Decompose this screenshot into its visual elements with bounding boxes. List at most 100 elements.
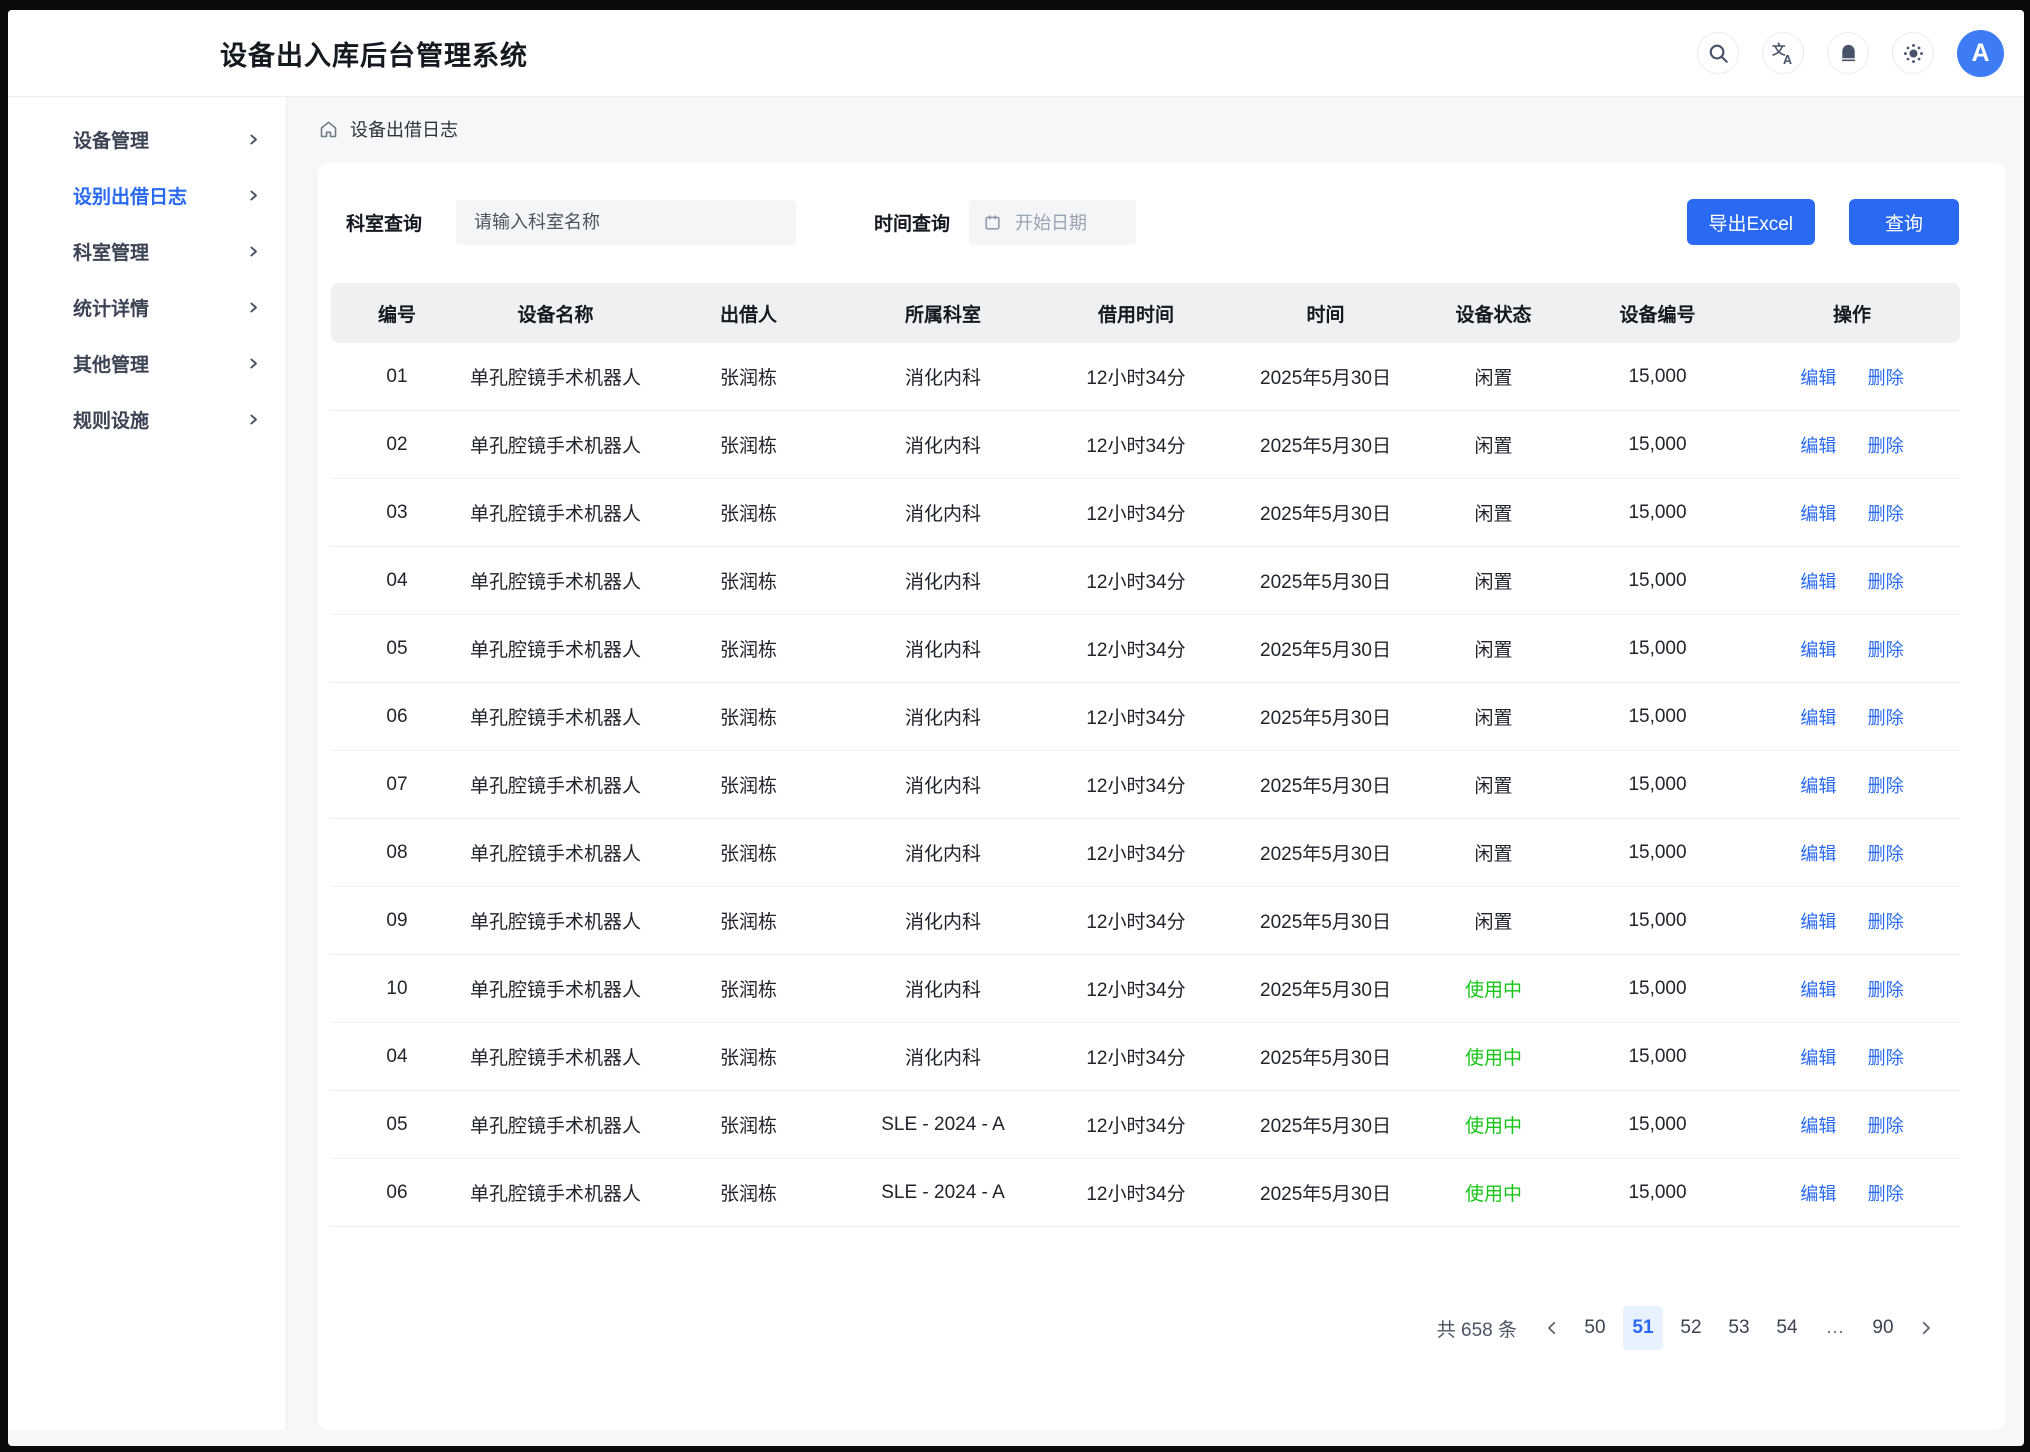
cell-department: 消化内科 — [849, 819, 1037, 887]
sidebar-item[interactable]: 科室管理 — [8, 223, 286, 279]
edit-link[interactable]: 编辑 — [1800, 776, 1836, 796]
page-number[interactable]: 53 — [1719, 1306, 1759, 1350]
cell-borrow-duration: 12小时34分 — [1037, 819, 1235, 887]
delete-link[interactable]: 删除 — [1868, 640, 1904, 660]
start-date-picker[interactable]: 开始日期 — [969, 200, 1136, 245]
table-row: 04 单孔腔镜手术机器人 张润栋 消化内科 12小时34分 2025年5月30日… — [331, 547, 1960, 615]
sidebar-item[interactable]: 设备管理 — [8, 111, 286, 167]
table-header-row: 编号设备名称出借人所属科室借用时间时间设备状态设备编号操作 — [331, 283, 1960, 343]
sidebar-item[interactable]: 设别出借日志 — [8, 167, 286, 223]
home-icon[interactable] — [318, 119, 339, 140]
cell-date: 2025年5月30日 — [1235, 819, 1416, 887]
cell-department: 消化内科 — [849, 479, 1037, 547]
sidebar-item[interactable]: 规则设施 — [8, 391, 286, 447]
cell-device-name: 单孔腔镜手术机器人 — [463, 955, 648, 1023]
translate-icon[interactable]: 文 A — [1762, 32, 1804, 74]
breadcrumb: 设备出借日志 — [318, 110, 2024, 148]
svg-text:A: A — [1782, 52, 1791, 65]
cell-department: SLE - 2024 - A — [849, 1159, 1037, 1227]
page-number[interactable]: 52 — [1671, 1306, 1711, 1350]
pagination-total: 共 658 条 — [1437, 1315, 1517, 1342]
cell-borrower: 张润栋 — [648, 343, 849, 411]
cell-device-no: 15,000 — [1571, 343, 1744, 411]
edit-link[interactable]: 编辑 — [1800, 1184, 1836, 1204]
column-header: 设备名称 — [463, 283, 648, 343]
main-content: 设备出借日志 科室查询 时间查询 开始日期 导出Excel — [287, 97, 2024, 1446]
dept-search-input[interactable] — [456, 200, 796, 245]
cell-date: 2025年5月30日 — [1235, 547, 1416, 615]
delete-link[interactable]: 删除 — [1868, 504, 1904, 524]
cell-borrow-duration: 12小时34分 — [1037, 1159, 1235, 1227]
edit-link[interactable]: 编辑 — [1800, 436, 1836, 456]
page-number[interactable]: 54 — [1767, 1306, 1807, 1350]
prev-page-icon[interactable] — [1533, 1309, 1571, 1347]
top-header: 设备出入库后台管理系统 文 A — [8, 10, 2024, 97]
cell-actions: 编辑 删除 — [1744, 887, 1960, 955]
page-number[interactable]: 50 — [1575, 1306, 1615, 1350]
table-row: 07 单孔腔镜手术机器人 张润栋 消化内科 12小时34分 2025年5月30日… — [331, 751, 1960, 819]
cell-status: 闲置 — [1416, 615, 1571, 683]
column-header: 出借人 — [648, 283, 849, 343]
cell-department: 消化内科 — [849, 343, 1037, 411]
app-title: 设备出入库后台管理系统 — [220, 34, 528, 73]
theme-brightness-icon[interactable] — [1892, 32, 1934, 74]
edit-link[interactable]: 编辑 — [1800, 980, 1836, 1000]
sidebar: 设备管理 设别出借日志 科室管理 统计详情 其他管理 规则设施 — [8, 97, 287, 1430]
cell-status: 闲置 — [1416, 819, 1571, 887]
cell-borrower: 张润栋 — [648, 1159, 849, 1227]
cell-status: 使用中 — [1416, 955, 1571, 1023]
delete-link[interactable]: 删除 — [1868, 436, 1904, 456]
table-row: 01 单孔腔镜手术机器人 张润栋 消化内科 12小时34分 2025年5月30日… — [331, 343, 1960, 411]
edit-link[interactable]: 编辑 — [1800, 572, 1836, 592]
delete-link[interactable]: 删除 — [1868, 1116, 1904, 1136]
device-log-table: 编号设备名称出借人所属科室借用时间时间设备状态设备编号操作 01 单孔腔镜手术机… — [331, 283, 1960, 1227]
notification-bell-icon[interactable] — [1827, 32, 1869, 74]
avatar[interactable]: A — [1957, 30, 2004, 77]
sidebar-item-label: 设别出借日志 — [73, 182, 247, 209]
edit-link[interactable]: 编辑 — [1800, 844, 1836, 864]
cell-status: 闲置 — [1416, 479, 1571, 547]
edit-link[interactable]: 编辑 — [1800, 708, 1836, 728]
cell-device-no: 15,000 — [1571, 615, 1744, 683]
edit-link[interactable]: 编辑 — [1800, 368, 1836, 388]
page-number[interactable]: 51 — [1623, 1306, 1663, 1350]
delete-link[interactable]: 删除 — [1868, 776, 1904, 796]
cell-no: 03 — [331, 479, 463, 547]
pagination: 共 658 条 5051525354…90 — [1437, 1306, 1945, 1350]
query-button[interactable]: 查询 — [1849, 199, 1959, 245]
chevron-right-icon — [247, 245, 260, 258]
date-placeholder-text: 开始日期 — [1015, 209, 1087, 235]
edit-link[interactable]: 编辑 — [1800, 1116, 1836, 1136]
cell-department: 消化内科 — [849, 683, 1037, 751]
edit-link[interactable]: 编辑 — [1800, 1048, 1836, 1068]
edit-link[interactable]: 编辑 — [1800, 640, 1836, 660]
delete-link[interactable]: 删除 — [1868, 844, 1904, 864]
delete-link[interactable]: 删除 — [1868, 708, 1904, 728]
chevron-right-icon — [247, 413, 260, 426]
delete-link[interactable]: 删除 — [1868, 368, 1904, 388]
cell-no: 07 — [331, 751, 463, 819]
column-header: 设备状态 — [1416, 283, 1571, 343]
delete-link[interactable]: 删除 — [1868, 980, 1904, 1000]
delete-link[interactable]: 删除 — [1868, 572, 1904, 592]
delete-link[interactable]: 删除 — [1868, 1048, 1904, 1068]
page-number[interactable]: 90 — [1863, 1306, 1903, 1350]
cell-no: 05 — [331, 1091, 463, 1159]
edit-link[interactable]: 编辑 — [1800, 912, 1836, 932]
cell-borrow-duration: 12小时34分 — [1037, 1091, 1235, 1159]
column-header: 设备编号 — [1571, 283, 1744, 343]
next-page-icon[interactable] — [1907, 1309, 1945, 1347]
export-excel-button[interactable]: 导出Excel — [1687, 199, 1815, 245]
column-header: 编号 — [331, 283, 463, 343]
cell-status: 闲置 — [1416, 683, 1571, 751]
chevron-right-icon — [247, 189, 260, 202]
delete-link[interactable]: 删除 — [1868, 912, 1904, 932]
cell-date: 2025年5月30日 — [1235, 683, 1416, 751]
delete-link[interactable]: 删除 — [1868, 1184, 1904, 1204]
sidebar-item[interactable]: 其他管理 — [8, 335, 286, 391]
cell-date: 2025年5月30日 — [1235, 479, 1416, 547]
sidebar-item[interactable]: 统计详情 — [8, 279, 286, 335]
edit-link[interactable]: 编辑 — [1800, 504, 1836, 524]
pagination-ellipsis: … — [1815, 1306, 1855, 1350]
search-icon[interactable] — [1697, 32, 1739, 74]
